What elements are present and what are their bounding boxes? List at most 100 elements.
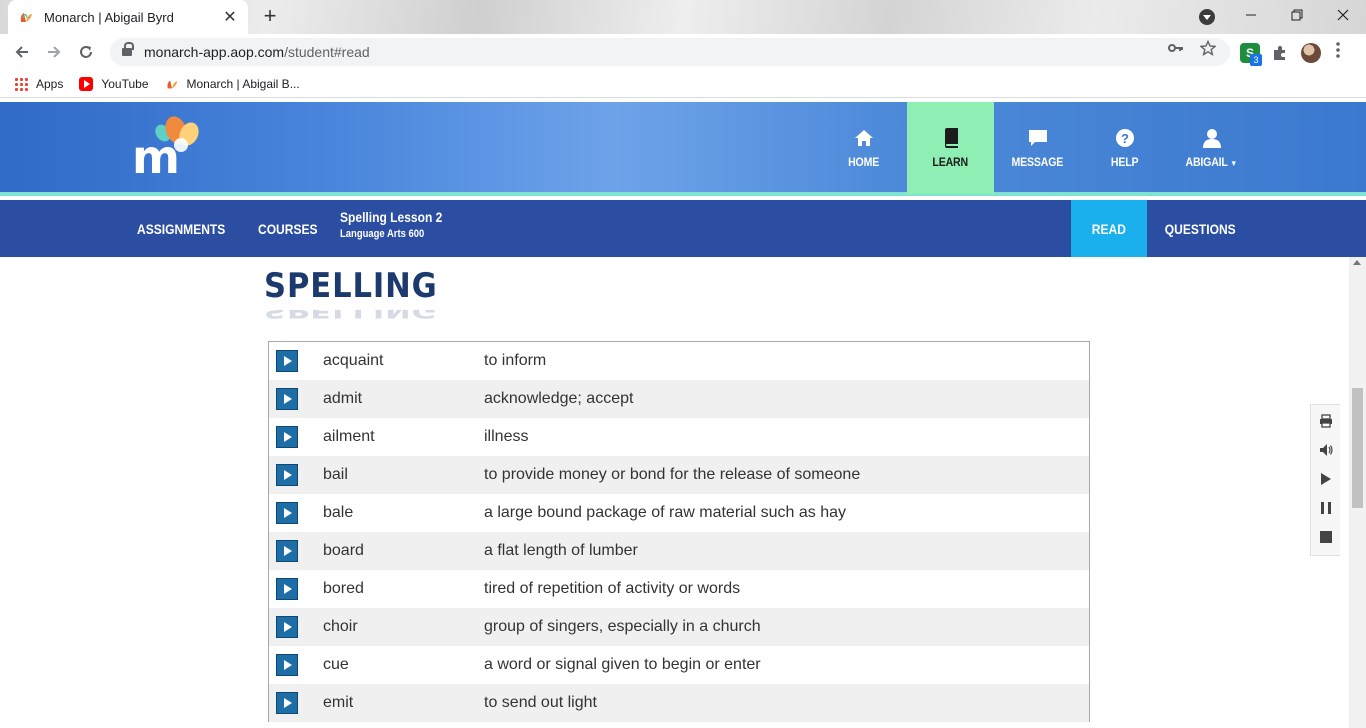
- lock-icon[interactable]: [122, 42, 134, 58]
- word-definition: acknowledge; accept: [484, 390, 634, 407]
- reader-toolbar: [1310, 404, 1340, 556]
- bookmark-label: Apps: [36, 76, 64, 91]
- word-definition: tired of repetition of activity or words: [484, 580, 741, 597]
- new-tab-button[interactable]: +: [258, 5, 282, 29]
- apps-grid-icon: [14, 76, 28, 91]
- volume-icon[interactable]: [1317, 440, 1335, 461]
- kebab-menu-icon[interactable]: [1336, 42, 1340, 63]
- extension-badge: 3: [1250, 54, 1262, 66]
- word-definition: to provide money or bond for the release…: [484, 466, 861, 483]
- play-audio-icon[interactable]: [276, 654, 298, 676]
- table-row: emit to send out light: [269, 684, 1089, 722]
- lesson-title: Spelling Lesson 2: [340, 209, 443, 225]
- tab-title: Monarch | Abigail Byrd: [44, 9, 174, 25]
- table-row: acquaint to inform: [269, 342, 1089, 380]
- minimize-icon[interactable]: [1228, 0, 1274, 30]
- spelling-word: emit: [323, 694, 354, 711]
- window-close-icon[interactable]: [1320, 0, 1366, 30]
- table-row: bail to provide money or bond for the re…: [269, 456, 1089, 494]
- bookmark-star-icon[interactable]: [1199, 39, 1217, 60]
- nav-home[interactable]: HOME: [820, 102, 907, 194]
- tab-questions[interactable]: QUESTIONS: [1147, 200, 1253, 257]
- nav-label: ABIGAIL ▼: [1185, 155, 1238, 169]
- bookmark-apps[interactable]: Apps: [14, 76, 64, 91]
- restore-icon[interactable]: [1274, 0, 1320, 30]
- word-definition: group of singers, especially in a church: [484, 618, 761, 635]
- nav-user-menu[interactable]: ABIGAIL ▼: [1168, 102, 1255, 194]
- spelling-word: bored: [323, 580, 364, 597]
- scrollbar-thumb[interactable]: [1352, 388, 1363, 508]
- extensions-puzzle-icon[interactable]: [1270, 43, 1290, 63]
- stop-icon[interactable]: [1317, 526, 1335, 547]
- bookmarks-bar: Apps YouTube Monarch | Abigail B...: [0, 70, 1366, 98]
- tab-read[interactable]: READ: [1071, 200, 1147, 257]
- browser-toolbar: monarch-app.aop.com/student#read S 3: [0, 34, 1366, 70]
- sub-navigation: ASSIGNMENTS COURSES Spelling Lesson 2 La…: [0, 200, 1366, 257]
- bookmark-monarch[interactable]: Monarch | Abigail B...: [165, 77, 300, 91]
- tab-search-icon[interactable]: [1199, 9, 1215, 25]
- spelling-word: bail: [323, 466, 348, 483]
- word-definition: a flat length of lumber: [484, 542, 638, 559]
- monarch-favicon-icon: [20, 13, 32, 22]
- table-row: choir group of singers, especially in a …: [269, 608, 1089, 646]
- play-audio-icon[interactable]: [276, 426, 298, 448]
- play-audio-icon[interactable]: [276, 692, 298, 714]
- vocabulary-table: acquaint to inform admit acknowledge; ac…: [268, 341, 1090, 722]
- table-row: board a flat length of lumber: [269, 532, 1089, 570]
- page-title-reflection: SPELLING: [264, 309, 438, 322]
- courses-link[interactable]: COURSES: [258, 200, 327, 257]
- tab-close-icon[interactable]: ✕: [222, 7, 238, 27]
- scroll-up-arrow-icon[interactable]: [1353, 260, 1361, 265]
- reload-icon[interactable]: [74, 40, 98, 64]
- nav-label: MESSAGE: [1011, 155, 1064, 169]
- back-arrow-icon[interactable]: [10, 40, 34, 64]
- home-icon: [853, 127, 875, 149]
- nav-learn[interactable]: LEARN: [907, 102, 994, 194]
- pause-icon[interactable]: [1317, 497, 1335, 518]
- word-definition: to inform: [484, 352, 547, 369]
- play-audio-icon[interactable]: [276, 616, 298, 638]
- caret-down-icon: ▼: [1230, 159, 1238, 168]
- forward-arrow-icon[interactable]: [42, 40, 66, 64]
- monarch-icon: [166, 80, 177, 88]
- table-row: admit acknowledge; accept: [269, 380, 1089, 418]
- browser-titlebar: Monarch | Abigail Byrd ✕ +: [0, 0, 1366, 34]
- word-definition: a word or signal given to begin or enter: [484, 656, 761, 673]
- nav-message[interactable]: MESSAGE: [994, 102, 1081, 194]
- key-icon[interactable]: [1168, 40, 1184, 60]
- nav-help[interactable]: ? HELP: [1081, 102, 1168, 194]
- table-row: cue a word or signal given to begin or e…: [269, 646, 1089, 684]
- nav-label: HOME: [848, 155, 879, 169]
- nav-label: HELP: [1110, 155, 1139, 169]
- table-row: bale a large bound package of raw materi…: [269, 494, 1089, 532]
- url-text: monarch-app.aop.com/student#read: [144, 44, 370, 60]
- play-audio-icon[interactable]: [276, 578, 298, 600]
- word-definition: to send out light: [484, 694, 597, 711]
- bookmark-label: YouTube: [101, 76, 149, 91]
- play-audio-icon[interactable]: [276, 502, 298, 524]
- monarch-logo[interactable]: m: [130, 112, 203, 180]
- address-bar[interactable]: monarch-app.aop.com/student#read: [110, 38, 1230, 66]
- spelling-word: admit: [323, 390, 363, 407]
- play-icon[interactable]: [1317, 469, 1335, 490]
- lesson-breadcrumb[interactable]: Spelling Lesson 2 Language Arts 600: [340, 209, 459, 240]
- table-row: ailment illness: [269, 418, 1089, 456]
- svg-text:?: ?: [1121, 131, 1129, 146]
- play-audio-icon[interactable]: [276, 540, 298, 562]
- play-audio-icon[interactable]: [276, 350, 298, 372]
- table-row: bored tired of repetition of activity or…: [269, 570, 1089, 608]
- spelling-word: acquaint: [323, 352, 384, 369]
- print-icon[interactable]: [1317, 411, 1335, 432]
- play-audio-icon[interactable]: [276, 464, 298, 486]
- youtube-icon: [79, 76, 94, 91]
- word-definition: a large bound package of raw material su…: [484, 504, 846, 521]
- assignments-link[interactable]: ASSIGNMENTS: [137, 200, 240, 257]
- profile-avatar[interactable]: [1301, 43, 1321, 63]
- user-icon: [1201, 127, 1223, 149]
- spelling-word: cue: [323, 656, 349, 673]
- play-audio-icon[interactable]: [276, 388, 298, 410]
- spelling-word: ailment: [323, 428, 375, 445]
- bookmark-youtube[interactable]: YouTube: [79, 76, 149, 91]
- browser-tab[interactable]: Monarch | Abigail Byrd ✕: [8, 0, 248, 34]
- question-icon: ?: [1114, 127, 1136, 149]
